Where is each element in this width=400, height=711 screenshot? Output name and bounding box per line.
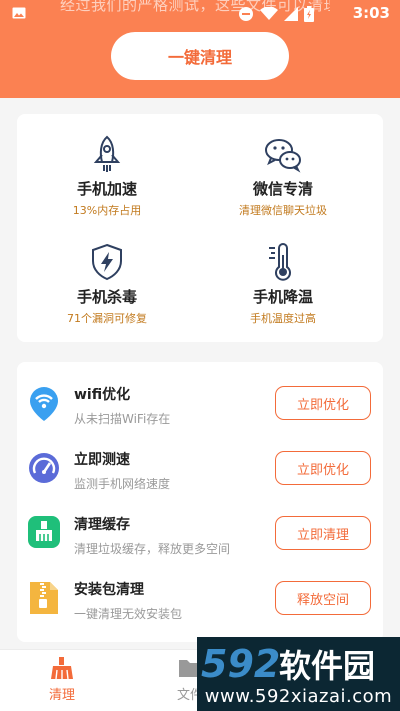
watermark: 592 软件园 www.592xiazai.com (197, 637, 400, 711)
nav-label: 清理 (48, 688, 75, 703)
status-icons (238, 6, 314, 22)
cell-signal-icon (284, 7, 298, 21)
broom-icon (28, 516, 60, 548)
speedometer-icon (29, 453, 59, 483)
feature-subtitle: 71个漏洞可修复 (67, 312, 147, 325)
feature-card: 手机加速 13%内存占用 微信专清 清理微信聊天垃圾 手机杀毒 71个漏洞可修复… (17, 114, 383, 342)
feature-antivirus[interactable]: 手机杀毒 71个漏洞可修复 (27, 242, 187, 326)
svg-text:592: 592 (201, 642, 280, 686)
tool-title: 安装包清理 (74, 582, 144, 598)
clean-cache-button[interactable]: 立即清理 (275, 516, 371, 550)
list-item-apk: 安装包清理 一键清理无效安装包 释放空间 (17, 569, 383, 629)
tool-subtitle: 监测手机网络速度 (74, 477, 171, 491)
status-bar: 经过我们的严格测试，这些文件可以清理 3:03 (0, 0, 400, 28)
feature-title: 手机杀毒 (76, 288, 137, 306)
broom-icon (51, 657, 73, 680)
battery-icon (304, 6, 314, 22)
tool-subtitle: 清理垃圾缓存，释放更多空间 (74, 542, 231, 556)
speedtest-optimize-button[interactable]: 立即优化 (275, 451, 371, 485)
shield-icon (92, 243, 122, 281)
wifi-icon (30, 387, 58, 421)
feature-subtitle: 清理微信聊天垃圾 (239, 204, 327, 217)
release-space-button[interactable]: 释放空间 (275, 581, 371, 615)
wechat-icon (265, 139, 301, 173)
thermometer-icon (269, 243, 291, 281)
rocket-icon (93, 135, 121, 172)
list-item-speedtest: 立即测速 监测手机网络速度 立即优化 (17, 439, 383, 499)
dnd-icon (239, 7, 253, 21)
feature-title: 微信专清 (252, 180, 313, 198)
feature-subtitle: 手机温度过高 (250, 312, 316, 325)
status-time: 3:03 (352, 4, 390, 22)
nav-item-clean[interactable]: 清理 (22, 656, 102, 703)
feature-cooling[interactable]: 手机降温 手机温度过高 (203, 242, 363, 326)
watermark-url: www.592xiazai.com (204, 686, 393, 707)
tool-title: 立即测速 (74, 452, 130, 468)
one-key-clean-button[interactable]: 一键清理 (111, 32, 289, 80)
list-item-cache: 清理缓存 清理垃圾缓存，释放更多空间 立即清理 (17, 504, 383, 564)
feature-wechat-clean[interactable]: 微信专清 清理微信聊天垃圾 (203, 134, 363, 218)
feature-title: 手机降温 (252, 288, 313, 306)
feature-subtitle: 13%内存占用 (72, 204, 142, 217)
list-item-wifi: wifi优化 从未扫描WiFi存在 立即优化 (17, 374, 383, 434)
watermark-logo: 592 软件园 (201, 642, 375, 686)
tool-subtitle: 一键清理无效安装包 (74, 607, 183, 621)
tool-title: 清理缓存 (74, 517, 130, 533)
header: 一键清理 (0, 28, 400, 98)
zip-icon (30, 582, 58, 614)
tool-subtitle: 从未扫描WiFi存在 (74, 412, 171, 426)
tool-title: wifi优化 (74, 387, 131, 403)
feature-title: 手机加速 (76, 180, 137, 198)
wifi-signal-icon (260, 7, 278, 20)
feature-phone-speedup[interactable]: 手机加速 13%内存占用 (27, 134, 187, 218)
optimize-wifi-button[interactable]: 立即优化 (275, 386, 371, 420)
svg-text:软件园: 软件园 (279, 647, 375, 685)
image-notification-icon (12, 7, 26, 19)
tools-card: wifi优化 从未扫描WiFi存在 立即优化 立即测速 监测手机网络速度 立即优… (17, 362, 383, 642)
